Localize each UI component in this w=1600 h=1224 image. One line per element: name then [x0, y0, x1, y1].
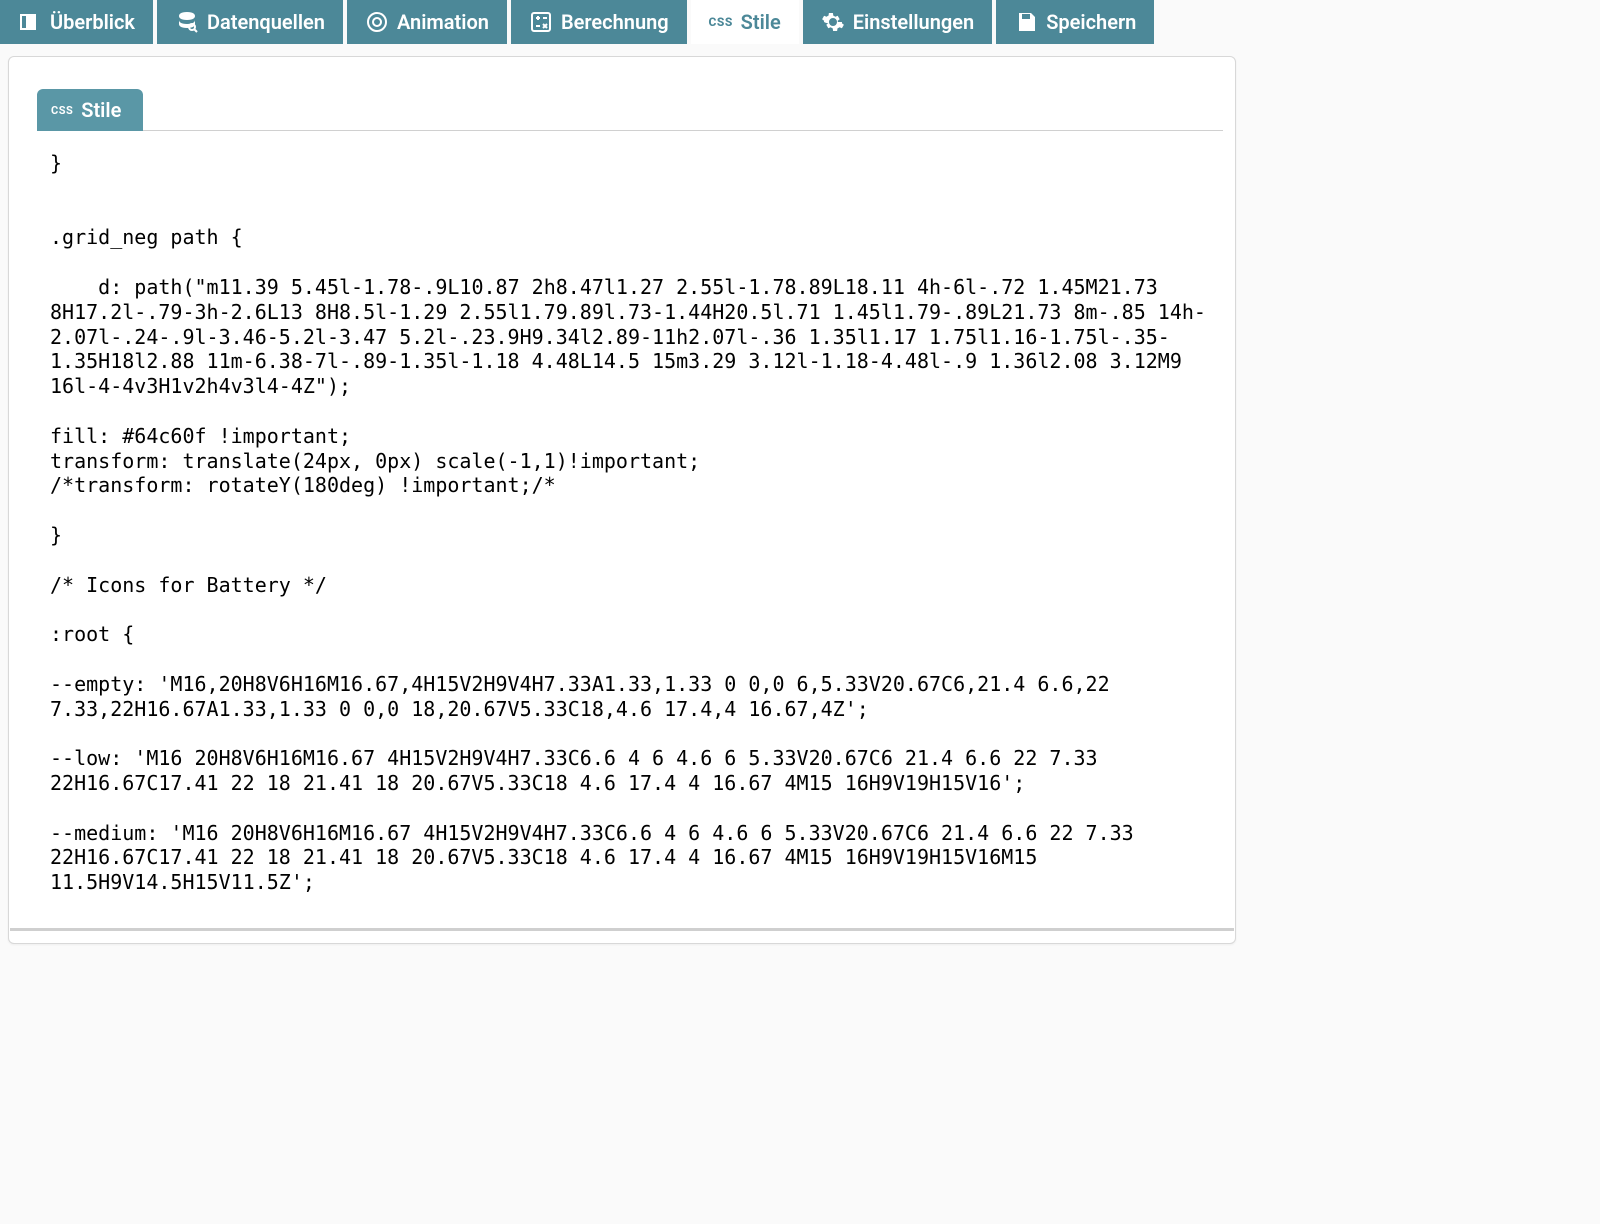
tab-settings[interactable]: Einstellungen [803, 0, 992, 44]
tab-label: Einstellungen [853, 10, 974, 34]
styles-panel: CSS Stile } .grid_neg path { d: path("m1… [8, 56, 1236, 944]
css-icon: CSS [51, 105, 73, 116]
tab-label: Berechnung [561, 10, 669, 34]
tab-styles[interactable]: CSS Stile [691, 0, 799, 44]
calculation-icon [529, 10, 553, 34]
tab-label: Datenquellen [207, 10, 325, 34]
tab-label: Überblick [50, 10, 135, 34]
tab-label: Stile [741, 10, 781, 34]
css-icon: CSS [709, 10, 733, 34]
tab-overview[interactable]: Überblick [0, 0, 153, 44]
inner-tab-styles[interactable]: CSS Stile [37, 89, 143, 131]
top-tab-bar: Überblick Datenquellen Animation Berechn… [0, 0, 1244, 44]
gear-icon [821, 10, 845, 34]
overview-icon [18, 10, 42, 34]
tab-label: Animation [397, 10, 489, 34]
tab-label: Speichern [1046, 10, 1136, 34]
datasources-icon [175, 10, 199, 34]
tab-animation[interactable]: Animation [347, 0, 507, 44]
animation-icon [365, 10, 389, 34]
inner-tab-label: Stile [81, 98, 121, 122]
save-icon [1014, 10, 1038, 34]
tab-calculation[interactable]: Berechnung [511, 0, 687, 44]
inner-tab-bar: CSS Stile [37, 89, 1223, 131]
tab-datasources[interactable]: Datenquellen [157, 0, 343, 44]
css-code-editor[interactable]: } .grid_neg path { d: path("m11.39 5.45l… [10, 131, 1234, 931]
tab-save[interactable]: Speichern [996, 0, 1154, 44]
